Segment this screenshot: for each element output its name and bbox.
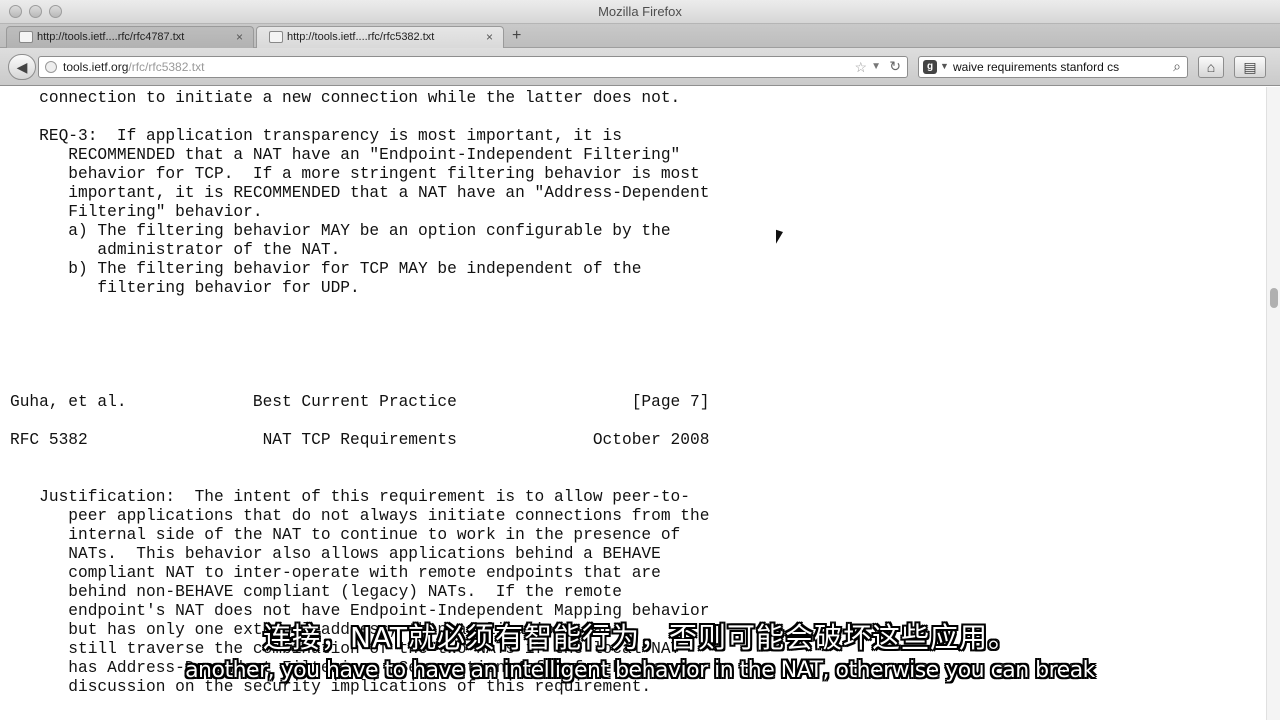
rfc-document-text: connection to initiate a new connection … bbox=[10, 89, 710, 696]
tab-label: http://tools.ietf....rfc/rfc4787.txt bbox=[37, 31, 185, 43]
page-favicon-icon bbox=[19, 31, 33, 43]
close-tab-icon[interactable]: × bbox=[236, 30, 243, 44]
new-tab-button[interactable]: + bbox=[512, 27, 521, 45]
search-bar[interactable]: g ▼ waive requirements stanford cs ⌕ bbox=[918, 56, 1188, 78]
title-bar: Mozilla Firefox bbox=[0, 0, 1280, 24]
bookmarks-icon: ▤ bbox=[1243, 59, 1257, 75]
scrollbar-thumb[interactable] bbox=[1270, 288, 1278, 308]
url-host: tools.ietf.org bbox=[63, 60, 129, 74]
page-favicon-icon bbox=[269, 31, 283, 43]
engine-dropdown-icon[interactable]: ▼ bbox=[940, 61, 949, 71]
url-text[interactable]: tools.ietf.org/rfc/rfc5382.txt bbox=[63, 60, 204, 74]
tab-rfc4787[interactable]: http://tools.ietf....rfc/rfc4787.txt × bbox=[6, 26, 254, 48]
url-path: /rfc/rfc5382.txt bbox=[128, 60, 205, 74]
reload-icon[interactable]: ↻ bbox=[889, 58, 901, 75]
url-bar[interactable]: tools.ietf.org/rfc/rfc5382.txt ☆ ▼ ↻ bbox=[38, 56, 908, 78]
bookmarks-menu-button[interactable]: ▤ bbox=[1234, 56, 1266, 78]
tab-label: http://tools.ietf....rfc/rfc5382.txt bbox=[287, 31, 435, 43]
subtitle-chinese: 连接，NAT就必须有智能行为，否则可能会破坏这些应用。 bbox=[262, 621, 1018, 654]
home-icon: ⌂ bbox=[1206, 59, 1216, 75]
home-button[interactable]: ⌂ bbox=[1198, 56, 1224, 78]
close-tab-icon[interactable]: × bbox=[486, 30, 493, 44]
back-arrow-icon: ◀ bbox=[16, 59, 28, 75]
tab-strip: http://tools.ietf....rfc/rfc4787.txt × h… bbox=[0, 24, 1280, 48]
search-input[interactable]: waive requirements stanford cs bbox=[953, 60, 1119, 74]
bookmark-star-icon[interactable]: ☆ bbox=[854, 59, 867, 76]
google-icon[interactable]: g bbox=[923, 60, 937, 74]
url-history-dropdown-icon[interactable]: ▼ bbox=[871, 61, 881, 72]
site-identity-icon[interactable] bbox=[45, 61, 57, 73]
back-button[interactable]: ◀ bbox=[8, 54, 36, 80]
window-title: Mozilla Firefox bbox=[598, 4, 682, 19]
navigation-bar: ◀ tools.ietf.org/rfc/rfc5382.txt ☆ ▼ ↻ g… bbox=[0, 48, 1280, 86]
search-magnifier-icon[interactable]: ⌕ bbox=[1173, 58, 1181, 75]
subtitle-english: another, you have to have an intelligent… bbox=[185, 658, 1095, 683]
tab-rfc5382[interactable]: http://tools.ietf....rfc/rfc5382.txt × bbox=[256, 26, 504, 48]
